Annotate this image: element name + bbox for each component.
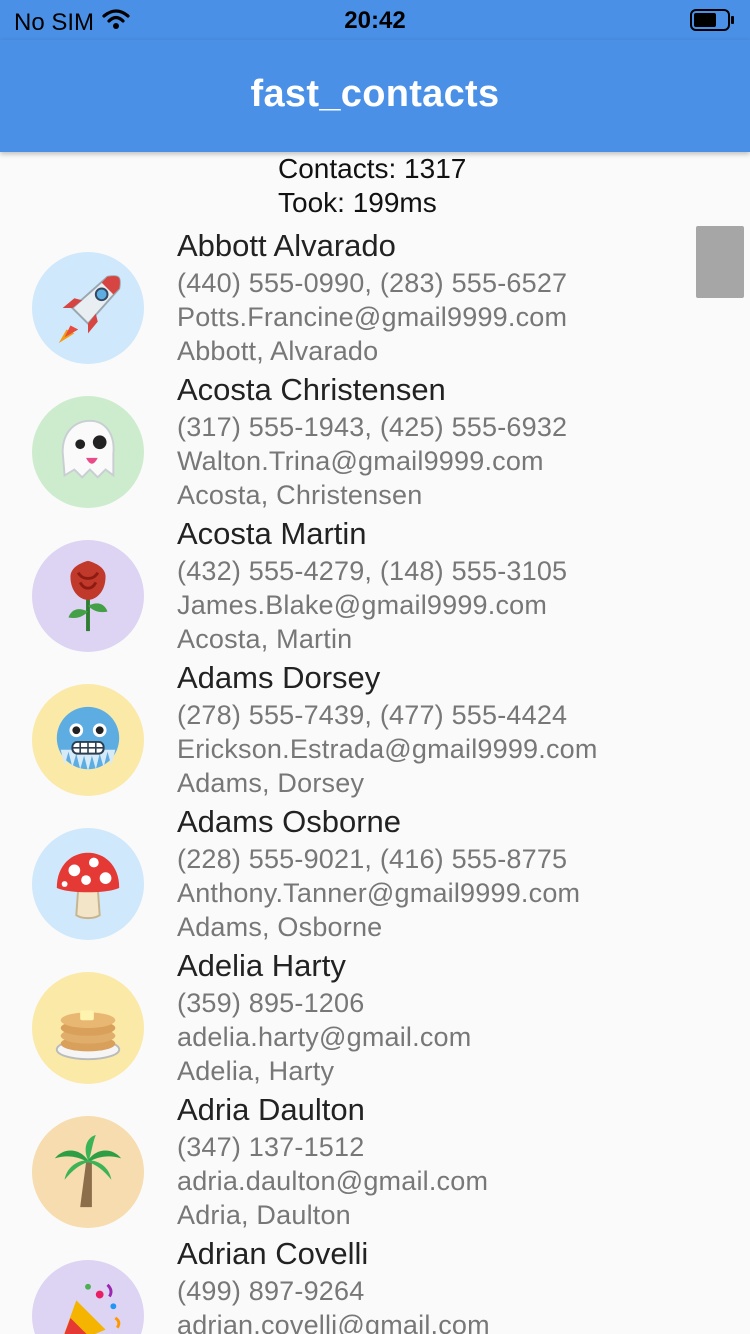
status-bar: No SIM 20:42 [0,0,750,40]
contact-info: Adams Dorsey (278) 555-7439, (477) 555-4… [177,658,598,800]
contact-structured-name: Abbott, Alvarado [177,336,379,366]
contact-avatar [32,972,144,1084]
scrollbar-thumb[interactable] [696,226,744,298]
contact-avatar [32,252,144,364]
contact-info: Acosta Martin (432) 555-4279, (148) 555-… [177,514,567,656]
contact-info: Abbott Alvarado (440) 555-0990, (283) 55… [177,226,567,368]
contact-info: Adria Daulton (347) 137-1512 adria.dault… [177,1090,488,1232]
contact-email: Erickson.Estrada@gmail9999.com [177,734,598,764]
contact-row[interactable]: Abbott Alvarado (440) 555-0990, (283) 55… [0,226,750,370]
contact-name: Abbott Alvarado [177,228,396,263]
contact-structured-name: Acosta, Martin [177,624,353,654]
contact-email: adrian.covelli@gmail.com [177,1310,490,1334]
contact-avatar [32,540,144,652]
contact-row[interactable]: Adams Dorsey (278) 555-7439, (477) 555-4… [0,658,750,802]
contacts-list[interactable]: Abbott Alvarado (440) 555-0990, (283) 55… [0,226,750,1334]
contact-structured-name: Acosta, Christensen [177,480,423,510]
contact-structured-name: Adria, Daulton [177,1200,351,1230]
contact-email: James.Blake@gmail9999.com [177,590,548,620]
mushroom-icon [56,852,120,920]
contact-row[interactable]: Acosta Martin (432) 555-4279, (148) 555-… [0,514,750,658]
contact-phones: (228) 555-9021, (416) 555-8775 [177,844,568,874]
contact-email: Potts.Francine@gmail9999.com [177,302,568,332]
contact-name: Acosta Martin [177,516,367,551]
contact-structured-name: Adams, Dorsey [177,768,365,798]
contact-avatar [32,684,144,796]
contact-email: adelia.harty@gmail.com [177,1022,472,1052]
contact-structured-name: Adams, Osborne [177,912,383,942]
contact-phones: (317) 555-1943, (425) 555-6932 [177,412,568,442]
contact-name: Adria Daulton [177,1092,365,1127]
ghost-icon [61,419,115,479]
contacts-count: Contacts: 1317 [278,153,467,184]
contact-email: Walton.Trina@gmail9999.com [177,446,544,476]
contact-phones: (359) 895-1206 [177,988,365,1018]
rose-icon [68,560,108,632]
contact-name: Adelia Harty [177,948,346,983]
contact-structured-name: Adelia, Harty [177,1056,335,1086]
contact-info: Adams Osborne (228) 555-9021, (416) 555-… [177,802,580,944]
contact-phones: (347) 137-1512 [177,1132,365,1162]
contact-avatar [32,396,144,508]
contact-info: Adelia Harty (359) 895-1206 adelia.harty… [177,946,471,1088]
contact-info: Acosta Christensen (317) 555-1943, (425)… [177,370,567,512]
contact-avatar [32,828,144,940]
contact-email: Anthony.Tanner@gmail9999.com [177,878,581,908]
summary: Contacts: 1317 Took: 199ms [278,152,466,220]
contact-row[interactable]: Adelia Harty (359) 895-1206 adelia.harty… [0,946,750,1090]
contact-name: Adrian Covelli [177,1236,369,1271]
palm-tree-icon [54,1134,122,1208]
contact-name: Acosta Christensen [177,372,446,407]
battery-icon [690,8,736,37]
app-title: fast_contacts [250,73,500,115]
contact-name: Adams Osborne [177,804,401,839]
contact-row[interactable]: Adria Daulton (347) 137-1512 adria.dault… [0,1090,750,1234]
status-time: 20:42 [344,7,406,34]
contact-phones: (499) 897-9264 [177,1276,365,1306]
contact-phones: (432) 555-4279, (148) 555-3105 [177,556,568,586]
party-popper-icon [64,1283,121,1334]
contact-row[interactable]: Adams Osborne (228) 555-9021, (416) 555-… [0,802,750,946]
contact-avatar [32,1116,144,1228]
load-time: Took: 199ms [278,187,437,218]
contact-row[interactable]: Acosta Christensen (317) 555-1943, (425)… [0,370,750,514]
contact-phones: (440) 555-0990, (283) 555-6527 [177,268,568,298]
contact-row[interactable]: Adrian Covelli (499) 897-9264 adrian.cov… [0,1234,750,1334]
cold-face-icon [56,706,120,772]
contact-email: adria.daulton@gmail.com [177,1166,489,1196]
contact-avatar [32,1260,144,1334]
rocket-icon [58,275,121,344]
contact-info: Adrian Covelli (499) 897-9264 adrian.cov… [177,1234,490,1334]
contact-name: Adams Dorsey [177,660,381,695]
pancakes-icon [55,1010,121,1061]
contact-phones: (278) 555-7439, (477) 555-4424 [177,700,568,730]
app-bar: fast_contacts [0,40,750,152]
